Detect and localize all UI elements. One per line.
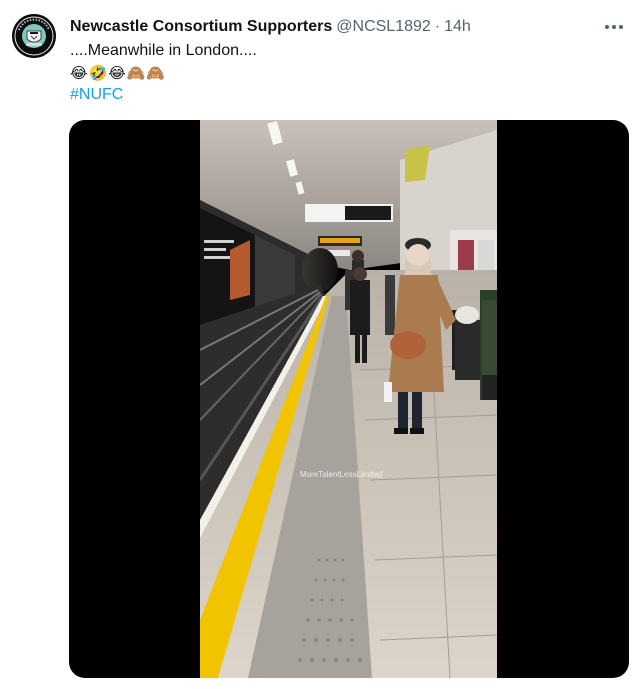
tweet-header: Newcastle Consortium Supporters @NCSL189… <box>70 16 471 38</box>
video-player[interactable]: MoreTalentLessLimited <box>69 120 629 678</box>
more-options-button[interactable] <box>600 14 628 40</box>
separator-dot: · <box>434 18 441 35</box>
video-watermark: MoreTalentLessLimited <box>300 470 383 479</box>
crest-logo <box>12 14 56 58</box>
more-horizontal-icon <box>605 25 609 29</box>
tweet[interactable]: Newcastle Consortium Supporters @NCSL189… <box>0 0 635 689</box>
avatar[interactable] <box>12 14 56 58</box>
hashtag-link[interactable]: #NUFC <box>70 84 123 106</box>
video-frame: MoreTalentLessLimited <box>200 120 497 678</box>
user-handle[interactable]: @NCSL1892 <box>336 18 431 36</box>
subway-platform-scene <box>200 120 497 678</box>
tweet-emojis: 😂🤣😂🙈🙈 <box>70 64 167 82</box>
display-name[interactable]: Newcastle Consortium Supporters <box>70 18 332 36</box>
tweet-text: ....Meanwhile in London.... <box>70 42 257 59</box>
post-time[interactable]: 14h <box>444 18 471 36</box>
